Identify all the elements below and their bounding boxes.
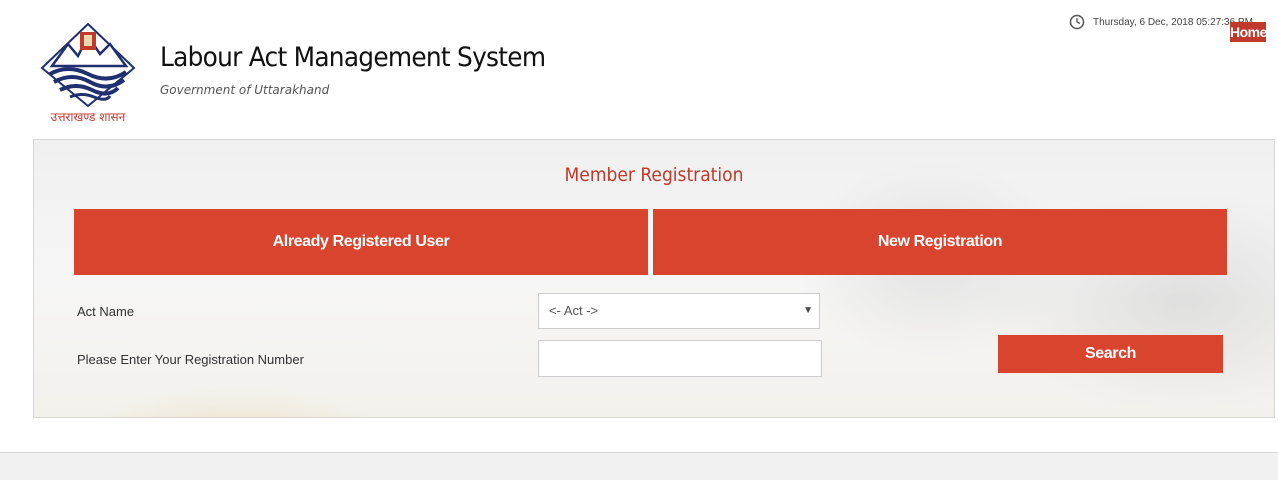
logo-emblem-icon: [40, 22, 136, 108]
act-name-label: Act Name: [77, 304, 135, 319]
member-registration-panel: Member Registration Already Registered U…: [33, 139, 1275, 418]
act-select-value: <- Act ->: [549, 303, 599, 318]
datetime-text: Thursday, 6 Dec, 2018 05:27:36 PM: [1093, 16, 1253, 28]
act-select[interactable]: <- Act -> ▼: [538, 293, 820, 329]
uttarakhand-logo: उत्तराखण्ड शासन: [38, 22, 138, 126]
registration-number-input[interactable]: [538, 340, 822, 377]
home-button[interactable]: Home: [1230, 22, 1267, 42]
panel-title: Member Registration: [564, 164, 744, 186]
search-button[interactable]: Search: [998, 335, 1223, 373]
caret-down-icon: ▼: [803, 305, 813, 316]
app-subtitle: Government of Uttarakhand: [160, 83, 330, 97]
registration-number-label: Please Enter Your Registration Number: [77, 352, 304, 367]
footer-bar: [0, 452, 1278, 480]
tab-new-registration[interactable]: New Registration: [653, 209, 1227, 275]
datetime-display: Thursday, 6 Dec, 2018 05:27:36 PM: [1069, 14, 1253, 30]
logo-caption: उत्तराखण्ड शासन: [50, 110, 126, 124]
app-title: Labour Act Management System: [160, 42, 546, 73]
clock-icon: [1069, 14, 1085, 30]
tab-already-registered[interactable]: Already Registered User: [74, 209, 648, 275]
